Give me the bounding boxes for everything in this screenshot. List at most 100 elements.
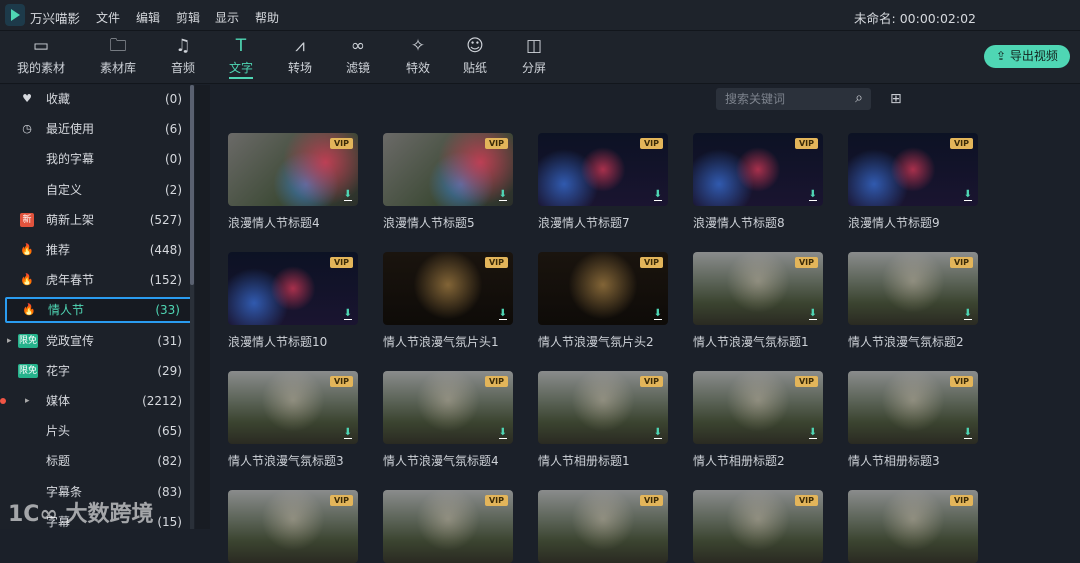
thumbnail[interactable]: VIP bbox=[538, 490, 668, 563]
template-title: 情人节浪漫气氛标题1 bbox=[693, 335, 809, 349]
thumbnail[interactable]: VIP ⬇ bbox=[848, 133, 978, 206]
menu-view[interactable]: 显示 bbox=[215, 9, 239, 26]
template-card[interactable]: VIP ⬇ 浪漫情人节标题8 bbox=[693, 133, 825, 231]
tab-0[interactable]: ▭ 我的素材 bbox=[6, 33, 76, 76]
tool-icon: ◫ bbox=[525, 36, 543, 56]
template-card[interactable]: VIP bbox=[383, 490, 515, 563]
download-icon[interactable]: ⬇ bbox=[963, 190, 972, 201]
tab-1[interactable]: 🗀 素材库 bbox=[83, 33, 153, 76]
download-icon[interactable]: ⬇ bbox=[653, 428, 662, 439]
template-card[interactable]: VIP ⬇ 情人节相册标题1 bbox=[538, 371, 670, 469]
thumbnail[interactable]: VIP ⬇ bbox=[538, 133, 668, 206]
panel-divider[interactable]: ◀ bbox=[195, 85, 401, 529]
thumbnail[interactable]: VIP ⬇ bbox=[383, 252, 513, 325]
template-card[interactable]: VIP ⬇ 情人节浪漫气氛片头1 bbox=[383, 252, 515, 350]
menu-file[interactable]: 文件 bbox=[96, 9, 120, 26]
download-icon[interactable]: ⬇ bbox=[498, 309, 507, 320]
thumbnail[interactable]: VIP ⬇ bbox=[228, 133, 358, 206]
export-video-button[interactable]: ⇪ 导出视频 bbox=[984, 45, 1070, 68]
thumbnail[interactable]: VIP bbox=[848, 490, 978, 563]
sidebar-item[interactable]: ♥ 收藏 (0) bbox=[5, 86, 193, 112]
download-icon[interactable]: ⬇ bbox=[343, 428, 352, 439]
template-card[interactable]: VIP ⬇ 情人节浪漫气氛标题2 bbox=[848, 252, 980, 350]
template-card[interactable]: VIP ⬇ 情人节相册标题2 bbox=[693, 371, 825, 469]
thumbnail[interactable]: VIP ⬇ bbox=[228, 371, 358, 444]
thumbnail[interactable]: VIP ⬇ bbox=[848, 252, 978, 325]
sidebar-item[interactable]: 标题 (82) bbox=[5, 448, 193, 474]
template-card[interactable]: VIP bbox=[848, 490, 980, 563]
sidebar-item[interactable]: 片头 (65) bbox=[5, 418, 193, 444]
template-card[interactable]: VIP ⬇ 情人节浪漫气氛标题4 bbox=[383, 371, 515, 469]
sidebar-item[interactable]: 🔥 情人节 (33) bbox=[5, 297, 193, 324]
watermark-logo: 1C∞ 大数跨境 bbox=[8, 502, 154, 527]
template-title: 情人节相册标题2 bbox=[693, 454, 785, 468]
download-icon[interactable]: ⬇ bbox=[498, 428, 507, 439]
category-count: (152) bbox=[149, 273, 182, 288]
template-card[interactable]: VIP ⬇ 浪漫情人节标题9 bbox=[848, 133, 980, 231]
expand-arrow-icon[interactable]: ▸ bbox=[7, 328, 12, 354]
thumbnail[interactable]: VIP ⬇ bbox=[538, 371, 668, 444]
thumbnail[interactable]: VIP ⬇ bbox=[693, 371, 823, 444]
template-card[interactable]: VIP ⬇ 情人节浪漫气氛标题1 bbox=[693, 252, 825, 350]
menu-edit[interactable]: 编辑 bbox=[136, 9, 160, 26]
template-card[interactable]: VIP ⬇ 浪漫情人节标题7 bbox=[538, 133, 670, 231]
sidebar-item[interactable]: ◷ 最近使用 (6) bbox=[5, 116, 193, 142]
badge-icon: 新 bbox=[20, 212, 34, 227]
sidebar-item[interactable]: 🔥 推荐 (448) bbox=[5, 237, 193, 263]
menu-clip[interactable]: 剪辑 bbox=[176, 9, 200, 26]
thumbnail[interactable]: VIP ⬇ bbox=[848, 371, 978, 444]
template-card[interactable]: VIP ⬇ 情人节浪漫气氛标题3 bbox=[228, 371, 360, 469]
thumbnail[interactable]: VIP bbox=[693, 490, 823, 563]
sidebar-item[interactable]: 新萌新上架 (527) bbox=[5, 207, 193, 233]
sidebar-item[interactable]: 限免 花字 (29) bbox=[5, 358, 193, 384]
grid-view-icon[interactable]: ⊞ bbox=[890, 91, 902, 107]
template-card[interactable]: VIP bbox=[228, 490, 360, 563]
category-count: (33) bbox=[155, 303, 180, 318]
sidebar-item[interactable]: ▸ 媒体 (2212) bbox=[0, 388, 193, 414]
thumbnail[interactable]: VIP ⬇ bbox=[538, 252, 668, 325]
download-icon[interactable]: ⬇ bbox=[498, 190, 507, 201]
vip-badge: VIP bbox=[329, 257, 353, 268]
tool-icon: ▭ bbox=[32, 36, 50, 56]
template-card[interactable]: VIP bbox=[538, 490, 670, 563]
sidebar-item[interactable]: 我的字幕 (0) bbox=[5, 146, 193, 172]
search-icon[interactable]: ⌕ bbox=[855, 90, 863, 106]
template-title: 浪漫情人节标题5 bbox=[383, 216, 475, 230]
template-card[interactable]: VIP bbox=[693, 490, 825, 563]
thumbnail[interactable]: VIP ⬇ bbox=[693, 252, 823, 325]
sidebar-item[interactable]: 🔥 虎年春节 (152) bbox=[5, 267, 193, 293]
sidebar-item[interactable]: 自定义 (2) bbox=[5, 177, 193, 203]
thumbnail[interactable]: VIP ⬇ bbox=[228, 252, 358, 325]
thumbnail[interactable]: VIP bbox=[383, 490, 513, 563]
template-title: 情人节浪漫气氛片头2 bbox=[538, 335, 654, 349]
template-card[interactable]: VIP ⬇ 情人节浪漫气氛片头2 bbox=[538, 252, 670, 350]
vip-badge: VIP bbox=[329, 376, 353, 387]
thumbnail[interactable]: VIP ⬇ bbox=[383, 133, 513, 206]
thumbnail[interactable]: VIP bbox=[228, 490, 358, 563]
sidebar-item[interactable]: 限免 ▸ 党政宣传 (31) bbox=[5, 328, 193, 354]
template-card[interactable]: VIP ⬇ 浪漫情人节标题10 bbox=[228, 252, 360, 350]
sidebar-scrollbar[interactable] bbox=[190, 85, 194, 529]
download-icon[interactable]: ⬇ bbox=[343, 190, 352, 201]
tab-8[interactable]: ◫ 分屏 bbox=[499, 33, 569, 76]
expand-arrow-icon[interactable]: ▸ bbox=[25, 388, 30, 414]
search-input[interactable] bbox=[716, 88, 841, 110]
download-icon[interactable]: ⬇ bbox=[808, 190, 817, 201]
download-icon[interactable]: ⬇ bbox=[343, 309, 352, 320]
download-icon[interactable]: ⬇ bbox=[963, 428, 972, 439]
download-icon[interactable]: ⬇ bbox=[653, 309, 662, 320]
download-icon[interactable]: ⬇ bbox=[963, 309, 972, 320]
template-card[interactable]: VIP ⬇ 浪漫情人节标题4 bbox=[228, 133, 360, 231]
download-icon[interactable]: ⬇ bbox=[808, 309, 817, 320]
template-card[interactable]: VIP ⬇ 情人节相册标题3 bbox=[848, 371, 980, 469]
template-card[interactable]: VIP ⬇ 浪漫情人节标题5 bbox=[383, 133, 515, 231]
category-label: 我的字幕 bbox=[46, 152, 95, 167]
menu-help[interactable]: 帮助 bbox=[255, 9, 279, 26]
download-icon[interactable]: ⬇ bbox=[653, 190, 662, 201]
download-icon[interactable]: ⬇ bbox=[808, 428, 817, 439]
thumbnail[interactable]: VIP ⬇ bbox=[693, 133, 823, 206]
title-bar: 万兴喵影 文件 编辑 剪辑 显示 帮助 未命名: 00:00:02:02 bbox=[0, 0, 1080, 31]
vip-badge: VIP bbox=[949, 376, 973, 387]
app-logo-icon bbox=[5, 4, 25, 26]
thumbnail[interactable]: VIP ⬇ bbox=[383, 371, 513, 444]
